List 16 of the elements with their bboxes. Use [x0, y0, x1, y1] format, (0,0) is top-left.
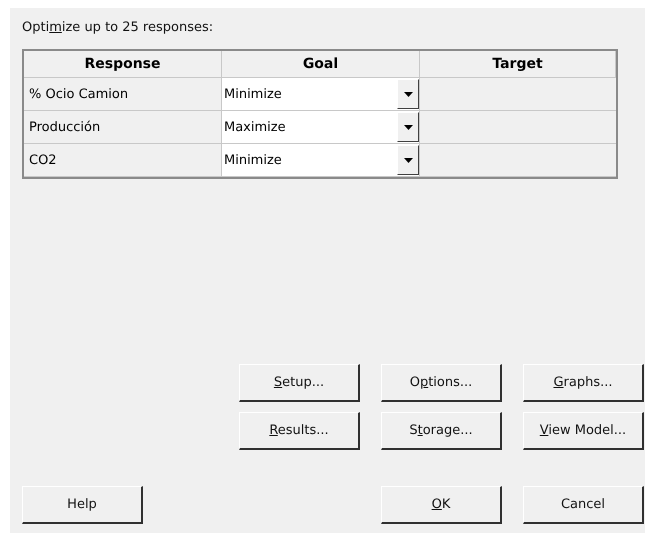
dialog-button[interactable]: OK — [381, 486, 502, 524]
dialog-button[interactable]: Options... — [381, 364, 502, 402]
dialog-button[interactable]: Storage... — [381, 412, 502, 450]
column-header: Response — [24, 51, 222, 78]
dialog-button[interactable]: Setup... — [239, 364, 360, 402]
goal-dropdown[interactable]: Maximize — [222, 111, 420, 144]
goal-dropdown[interactable]: Minimize — [222, 78, 420, 111]
dialog-button[interactable]: Cancel — [523, 486, 644, 524]
dialog-button[interactable]: View Model... — [523, 412, 644, 450]
column-header: Target — [420, 51, 616, 78]
column-header: Goal — [222, 51, 420, 78]
goal-dropdown[interactable]: Minimize — [222, 144, 420, 177]
dialog-button[interactable]: Results... — [239, 412, 360, 450]
prompt-label: Optimize up to 25 responses: — [22, 20, 214, 35]
help-button[interactable]: Help — [22, 486, 143, 524]
dialog-button[interactable]: Graphs... — [523, 364, 644, 402]
